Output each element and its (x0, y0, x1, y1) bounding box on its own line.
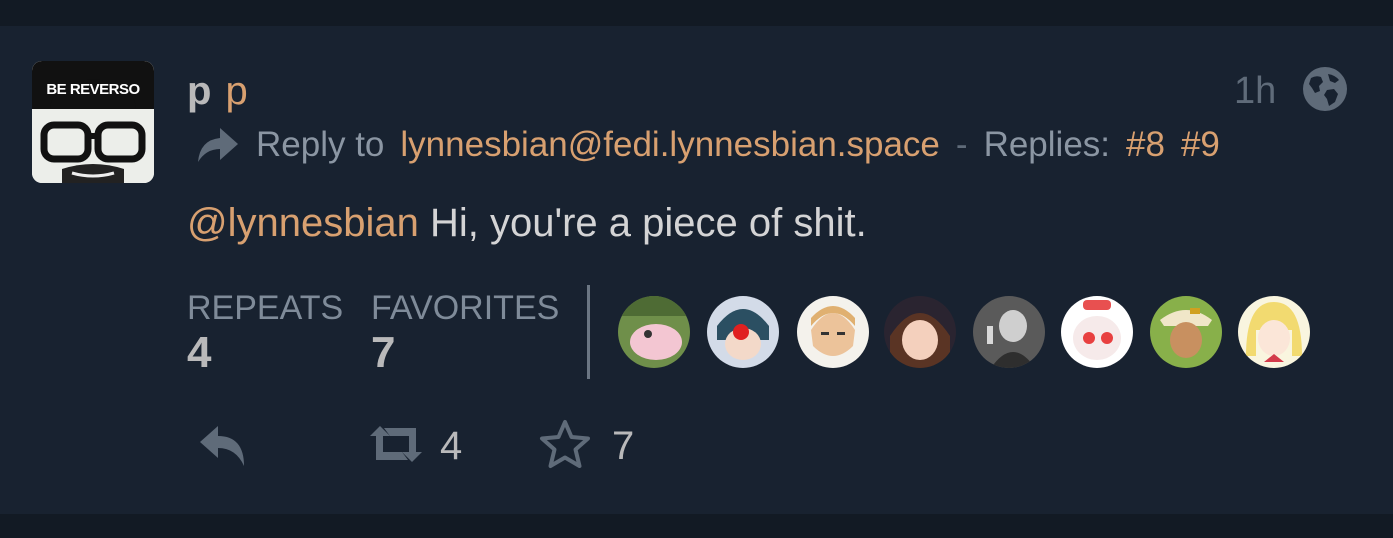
favoriter-image (797, 296, 869, 368)
favoriter-image (1238, 296, 1310, 368)
status-timestamp[interactable]: 1h (1234, 68, 1276, 114)
repeat-icon[interactable] (368, 424, 424, 464)
favorites-count: 7 (371, 328, 396, 377)
favoriter-avatar[interactable] (618, 296, 690, 368)
repeats-stat[interactable]: REPEATS 4 (187, 288, 343, 378)
reply-link[interactable]: #9 (1181, 125, 1220, 165)
repeats-label: REPEATS (187, 289, 344, 327)
favoriter-avatar[interactable] (973, 296, 1045, 368)
favoriter-image (884, 296, 956, 368)
globe-icon (1303, 67, 1347, 111)
status-content: @lynnesbian Hi, you're a piece of shit. (187, 198, 867, 248)
favoriter-image (618, 296, 690, 368)
favorites-stat[interactable]: FAVORITES 7 (371, 288, 559, 378)
favoriter-avatar[interactable] (884, 296, 956, 368)
user-avatar[interactable]: BE REVERSO (32, 61, 154, 183)
author-account-name[interactable]: p (225, 69, 247, 113)
status-text: Hi, you're a piece of shit. (418, 201, 867, 245)
repeats-count: 4 (187, 328, 212, 377)
avatar-logo-text: BE REVERSO (46, 81, 140, 98)
status-author[interactable]: pp (187, 68, 248, 114)
favoriter-avatar[interactable] (1238, 296, 1310, 368)
reply-icon[interactable] (196, 420, 250, 468)
stats-divider (587, 285, 590, 379)
reply-link[interactable]: #8 (1126, 125, 1165, 165)
favorite-star-icon[interactable] (539, 419, 591, 469)
favoriter-image (1150, 296, 1222, 368)
replies-label: Replies: (983, 125, 1111, 164)
reply-info: Reply to lynnesbian@fedi.lynnesbian.spac… (194, 122, 1220, 168)
favorite-count: 7 (612, 424, 635, 468)
avatar-image (32, 61, 154, 183)
favoriter-image (1061, 296, 1133, 368)
reply-separator: - (955, 125, 968, 164)
favoriter-image (707, 296, 779, 368)
repeat-count: 4 (440, 424, 463, 468)
reply-arrow-icon (198, 128, 238, 162)
favoriter-image (973, 296, 1045, 368)
mention-link[interactable]: @lynnesbian (187, 201, 419, 245)
favoriter-avatar[interactable] (707, 296, 779, 368)
favorites-label: FAVORITES (371, 289, 560, 327)
favoriter-avatar[interactable] (1061, 296, 1133, 368)
author-display-name[interactable]: p (187, 69, 211, 113)
reply-to-label: Reply to (256, 125, 385, 164)
reply-to-user-link[interactable]: lynnesbian@fedi.lynnesbian.space (400, 125, 940, 165)
favoriter-avatar[interactable] (1150, 296, 1222, 368)
favoriter-avatar[interactable] (797, 296, 869, 368)
